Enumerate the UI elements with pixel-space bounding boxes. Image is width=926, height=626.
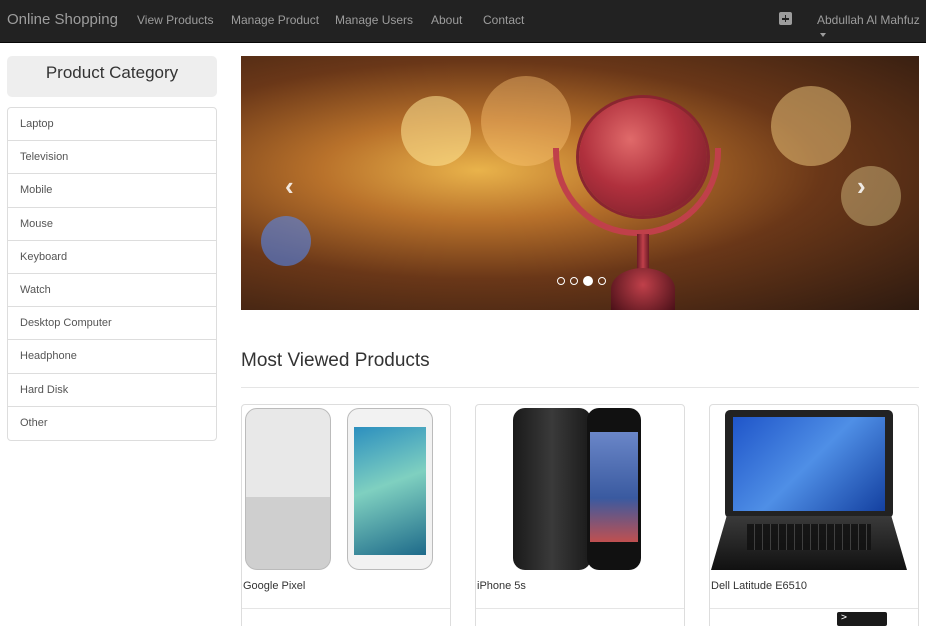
category-item-laptop[interactable]: Laptop <box>8 108 216 142</box>
carousel-prev-icon[interactable]: ‹ <box>285 171 294 202</box>
carousel-indicator[interactable] <box>598 276 606 285</box>
product-name[interactable]: iPhone 5s <box>477 580 526 592</box>
caret-down-icon <box>820 32 826 37</box>
nav-contact[interactable]: Contact <box>483 13 524 27</box>
most-viewed-heading: Most Viewed Products <box>241 350 430 371</box>
phone-screen <box>354 427 426 555</box>
nav-view-products[interactable]: View Products <box>137 13 213 27</box>
phone-front <box>587 408 641 570</box>
section-divider <box>241 387 919 388</box>
carousel-indicator[interactable] <box>570 276 578 285</box>
carousel-indicators <box>557 272 611 286</box>
bokeh-light <box>261 216 311 266</box>
laptop-screen <box>733 417 885 511</box>
category-item-other[interactable]: Other <box>8 407 216 440</box>
category-item-headphone[interactable]: Headphone <box>8 340 216 374</box>
product-name[interactable]: Dell Latitude E6510 <box>711 580 807 592</box>
phone-back <box>245 408 331 570</box>
laptop-keyboard <box>747 524 871 550</box>
brand-link[interactable]: Online Shopping <box>7 11 118 28</box>
dell-latitude-image[interactable] <box>711 406 917 572</box>
category-item-keyboard[interactable]: Keyboard <box>8 241 216 274</box>
category-item-mouse[interactable]: Mouse <box>8 208 216 241</box>
nav-manage-product[interactable]: Manage Product <box>231 13 319 27</box>
phone-back <box>513 408 591 570</box>
product-name[interactable]: Google Pixel <box>243 580 305 592</box>
category-item-watch[interactable]: Watch <box>8 274 216 308</box>
product-card-google-pixel[interactable]: Google Pixel <box>241 404 451 626</box>
carousel-next-icon[interactable]: › <box>857 171 866 202</box>
iphone-5s-image[interactable] <box>477 406 683 572</box>
nav-manage-users[interactable]: Manage Users <box>335 13 413 27</box>
microphone-head <box>579 98 707 216</box>
product-category-header: Product Category <box>7 56 217 97</box>
category-item-mobile[interactable]: Mobile <box>8 174 216 208</box>
terminal-icon[interactable]: > <box>837 612 887 626</box>
category-list: Laptop Television Mobile Mouse Keyboard … <box>7 107 217 441</box>
card-divider <box>710 608 918 609</box>
phone-screen <box>590 432 638 542</box>
user-menu-dropdown[interactable]: Abdullah Al Mahfuz <box>817 13 926 41</box>
card-divider <box>476 608 684 609</box>
microphone-base <box>611 268 675 310</box>
nav-about[interactable]: About <box>431 13 462 27</box>
plus-square-icon[interactable] <box>779 12 792 25</box>
carousel-indicator-active[interactable] <box>583 275 593 286</box>
laptop-lid <box>725 410 893 518</box>
category-item-desktop-computer[interactable]: Desktop Computer <box>8 307 216 341</box>
phone-front <box>347 408 433 570</box>
user-name: Abdullah Al Mahfuz <box>817 13 920 27</box>
category-item-hard-disk[interactable]: Hard Disk <box>8 374 216 407</box>
bokeh-light <box>771 86 851 166</box>
card-divider <box>242 608 450 609</box>
image-carousel[interactable]: ‹ › <box>241 56 919 310</box>
product-card-dell-latitude[interactable]: Dell Latitude E6510 <box>709 404 919 626</box>
top-navbar: Online Shopping View Products Manage Pro… <box>0 0 926 43</box>
google-pixel-image[interactable] <box>243 406 449 572</box>
bokeh-light <box>401 96 471 166</box>
carousel-indicator[interactable] <box>557 276 565 285</box>
category-item-television[interactable]: Television <box>8 141 216 175</box>
bokeh-light <box>841 166 901 226</box>
product-card-iphone-5s[interactable]: iPhone 5s <box>475 404 685 626</box>
